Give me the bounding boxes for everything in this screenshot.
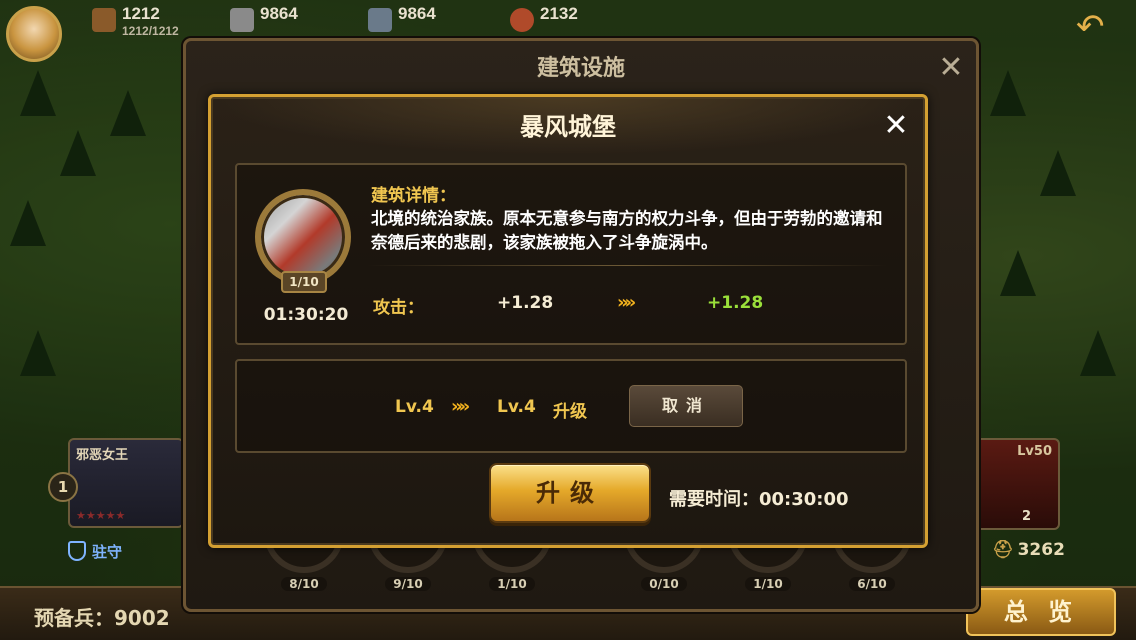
- meat-icon: [510, 8, 534, 32]
- cancel-button[interactable]: 取消: [629, 385, 743, 427]
- resource-value: 9864: [260, 4, 298, 23]
- slot-count: 1/10: [489, 577, 535, 591]
- back-arrow-icon[interactable]: ↶: [1076, 10, 1116, 44]
- slot-count: 6/10: [849, 577, 895, 591]
- guard-status[interactable]: 驻守: [68, 538, 122, 564]
- attack-next-value: +1.28: [707, 293, 764, 313]
- helmet-icon: ⛑: [992, 540, 1014, 560]
- arrow-right-icon: »»: [451, 396, 470, 417]
- level-action: 升级: [553, 402, 587, 422]
- power-value: 3262: [1017, 540, 1065, 560]
- hero-count: 2: [1022, 509, 1032, 524]
- resource-value: 2132: [540, 4, 578, 23]
- hero-stars: ★★★★★: [76, 509, 126, 522]
- resource-meat: 2132: [510, 4, 578, 32]
- close-icon[interactable]: ✕: [879, 109, 913, 143]
- slot-count: 9/10: [385, 577, 431, 591]
- resource-value: 1212: [122, 4, 160, 23]
- upgrade-button[interactable]: 升级: [489, 463, 651, 523]
- detail-description: 北境的统治家族。原本无意参与南方的权力斗争，但由于劳勃的邀请和奈德后来的悲剧，该…: [371, 209, 883, 252]
- resource-capacity: 1212/1212: [122, 24, 179, 38]
- hero-card-right[interactable]: Lv50 2: [972, 438, 1060, 530]
- building-info-box: 1/10 01:30:20 建筑详情： 北境的统治家族。原本无意参与南方的权力斗…: [235, 163, 907, 345]
- resource-stone: 9864: [230, 4, 298, 32]
- hero-level: Lv50: [1017, 444, 1052, 459]
- wood-icon: [92, 8, 116, 32]
- dialog-title: 暴风城堡: [520, 113, 616, 141]
- player-avatar[interactable]: [6, 6, 62, 62]
- iron-icon: [368, 8, 392, 32]
- overview-button[interactable]: 总 览: [966, 588, 1116, 636]
- level-from: Lv.4: [395, 397, 434, 417]
- level-to: Lv.4: [497, 397, 536, 417]
- upgrade-queue-box: Lv.4 »» Lv.4 升级 取消: [235, 359, 907, 453]
- slot-count: 8/10: [281, 577, 327, 591]
- resource-value: 9864: [398, 4, 436, 23]
- stone-icon: [230, 8, 254, 32]
- hero-card-left[interactable]: 邪恶女王 ★★★★★: [68, 438, 184, 528]
- building-timer: 01:30:20: [263, 305, 349, 325]
- slot-count: 1/10: [745, 577, 791, 591]
- divider: [367, 265, 887, 266]
- resource-iron: 9864: [368, 4, 436, 32]
- hero-power: ⛑ 3262: [992, 540, 1065, 560]
- building-detail-dialog: 暴风城堡 ✕ 1/10 01:30:20 建筑详情： 北境的统治家族。原本无意参…: [208, 94, 928, 548]
- attack-label: 攻击：: [373, 298, 424, 318]
- arrow-right-icon: »»: [617, 292, 636, 313]
- detail-heading: 建筑详情：: [371, 186, 456, 206]
- attack-current-value: +1.28: [497, 293, 554, 313]
- close-icon[interactable]: ✕: [934, 51, 968, 85]
- panel-title: 建筑设施: [536, 56, 625, 81]
- hero-name: 邪恶女王: [76, 448, 129, 463]
- building-level-badge: 1/10: [281, 271, 327, 293]
- shield-icon: [68, 541, 86, 561]
- reserve-soldiers: 预备兵：9002: [34, 606, 170, 630]
- resource-wood: 1212 1212/1212: [92, 4, 179, 38]
- slot-count: 0/10: [641, 577, 687, 591]
- guard-label: 驻守: [92, 542, 123, 561]
- hero-number-badge: 1: [48, 472, 78, 502]
- required-time: 需要时间：00:30:00: [669, 489, 849, 510]
